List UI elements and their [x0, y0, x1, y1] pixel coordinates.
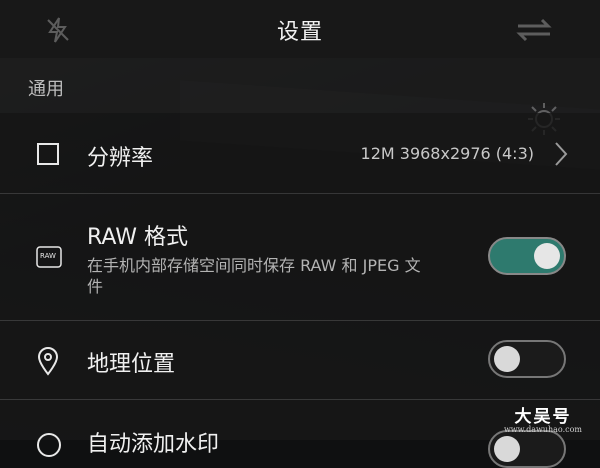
setting-subtitle: 在手机内部存储空间同时保存 RAW 和 JPEG 文 件 [87, 255, 482, 297]
switch-camera-icon[interactable] [512, 16, 556, 48]
site-watermark-logo: 大吴号 www.dawuhao.com [504, 402, 582, 434]
chevron-right-icon [554, 141, 568, 171]
watermark-toggle[interactable] [488, 430, 566, 468]
subtitle-line: 件 [87, 277, 104, 296]
watermark-main-text: 大吴号 [514, 407, 572, 427]
raw-icon-text: RAW [40, 252, 56, 260]
location-pin-icon [36, 346, 60, 380]
setting-title: RAW 格式 [87, 225, 188, 250]
setting-title: 地理位置 [87, 352, 176, 377]
circle-icon [36, 432, 62, 462]
resolution-value: 12M 3968x2976 (4:3) [360, 144, 534, 163]
location-toggle[interactable] [488, 340, 566, 378]
setting-title: 自动添加水印 [87, 432, 220, 457]
section-label: 通用 [28, 79, 64, 100]
subtitle-line: 在手机内部存储空间同时保存 RAW 和 JPEG 文 [87, 256, 421, 275]
watermark-sub-text: www.dawuhao.com [503, 425, 582, 434]
setting-title: 分辨率 [87, 146, 154, 171]
setting-row-raw-format[interactable]: RAW RAW 格式 在手机内部存储空间同时保存 RAW 和 JPEG 文 件 [0, 194, 600, 320]
raw-format-toggle[interactable] [488, 237, 566, 275]
top-bar: 设置 [0, 0, 600, 58]
toggle-knob [534, 243, 560, 269]
raw-icon: RAW [36, 246, 62, 272]
square-icon [36, 142, 60, 170]
page-title: 设置 [276, 20, 323, 45]
setting-row-resolution[interactable]: 分辨率 12M 3968x2976 (4:3) [0, 113, 600, 193]
setting-row-location[interactable]: 地理位置 [0, 321, 600, 399]
section-general: 通用 [0, 58, 600, 113]
toggle-knob [494, 346, 520, 372]
